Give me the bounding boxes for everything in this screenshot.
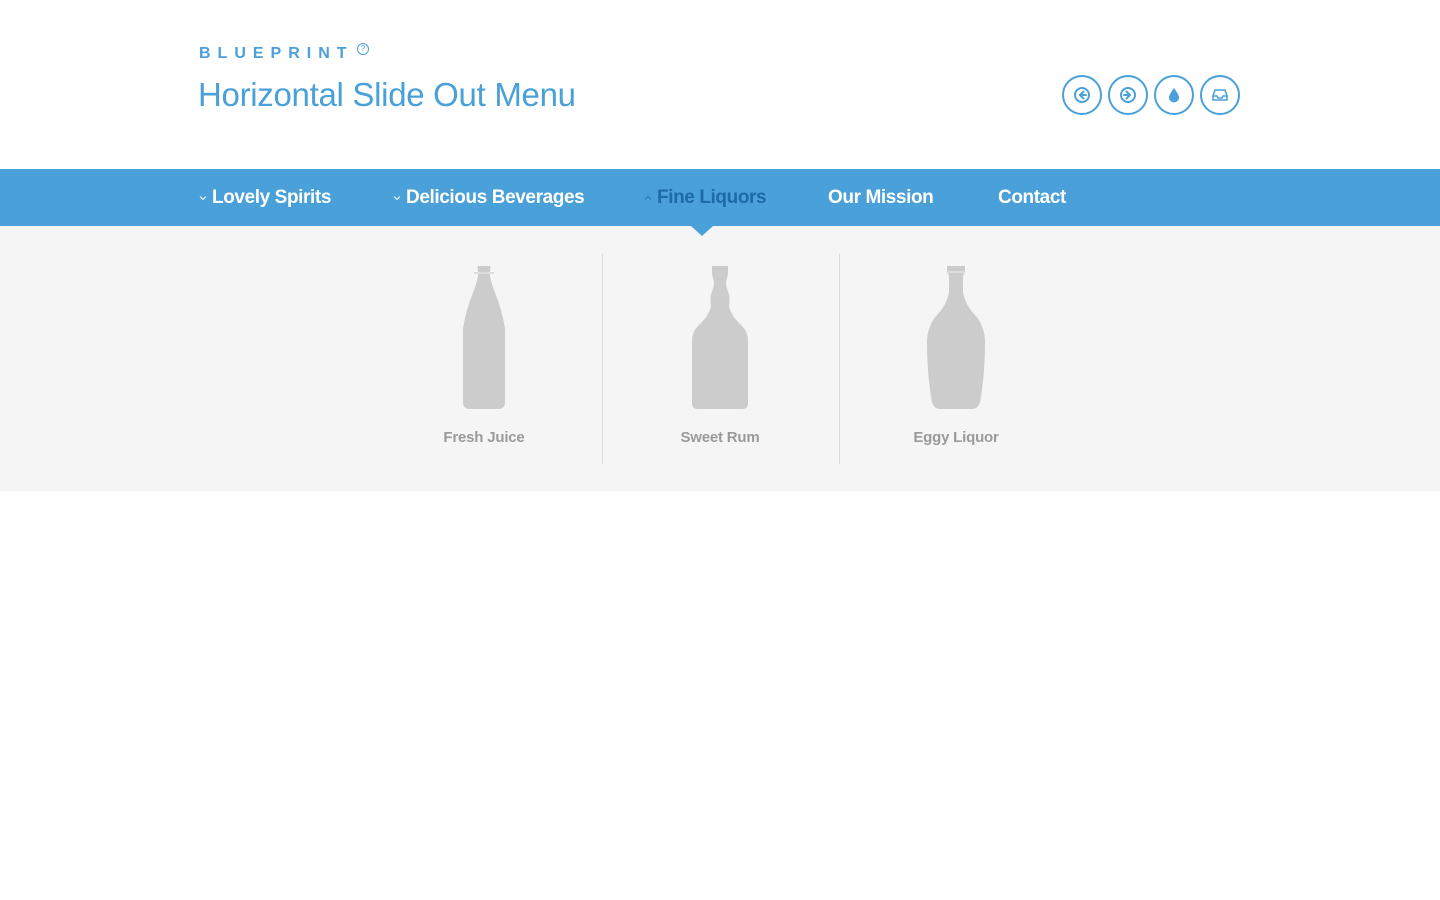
submenu-item-fresh-juice[interactable]: Fresh Juice <box>366 254 602 464</box>
drop-icon <box>1169 88 1179 103</box>
brand-help-icon[interactable]: ? <box>357 43 369 55</box>
nav-item-delicious-beverages[interactable]: Delicious Beverages <box>392 169 585 226</box>
nav-item-label: Our Mission <box>828 186 934 208</box>
inbox-icon <box>1212 89 1228 101</box>
arrow-left-icon <box>1074 87 1090 103</box>
submenu-item-sweet-rum[interactable]: Sweet Rum <box>602 254 838 464</box>
submenu-item-label: Eggy Liquor <box>913 429 999 446</box>
submenu-panel: Fresh Juice Sweet Rum Eggy Liquor <box>0 226 1440 491</box>
brand-logo[interactable]: BLUEPRINT <box>199 45 354 63</box>
header-icon-buttons <box>1062 75 1240 115</box>
page-header: BLUEPRINT ? Horizontal Slide Out Menu <box>0 0 1440 169</box>
page-title: Horizontal Slide Out Menu <box>198 76 576 113</box>
bottle-icon <box>463 266 505 409</box>
archive-button[interactable] <box>1200 75 1240 115</box>
nav-item-label: Delicious Beverages <box>406 186 585 208</box>
nav-item-fine-liquors[interactable]: Fine Liquors <box>643 169 767 226</box>
submenu-item-eggy-liquor[interactable]: Eggy Liquor <box>838 254 1074 464</box>
submenu-item-label: Sweet Rum <box>680 429 760 446</box>
submenu-item-label: Fresh Juice <box>443 429 525 446</box>
chevron-down-icon <box>393 195 401 200</box>
nav-item-label: Fine Liquors <box>657 186 767 208</box>
nav-item-contact[interactable]: Contact <box>998 169 1066 226</box>
chevron-down-icon <box>199 195 207 200</box>
liquor-bottle-icon <box>927 266 985 409</box>
chevron-up-icon <box>644 195 652 200</box>
nav-item-label: Contact <box>998 186 1066 208</box>
drop-button[interactable] <box>1154 75 1194 115</box>
arrow-right-icon <box>1120 87 1136 103</box>
nav-item-label: Lovely Spirits <box>212 186 331 208</box>
nav-item-our-mission[interactable]: Our Mission <box>828 169 934 226</box>
rum-bottle-icon <box>692 266 748 409</box>
main-nav: Lovely Spirits Delicious Beverages Fine … <box>0 169 1440 226</box>
previous-button[interactable] <box>1062 75 1102 115</box>
active-nav-pointer <box>691 226 713 236</box>
nav-item-lovely-spirits[interactable]: Lovely Spirits <box>198 169 331 226</box>
next-button[interactable] <box>1108 75 1148 115</box>
